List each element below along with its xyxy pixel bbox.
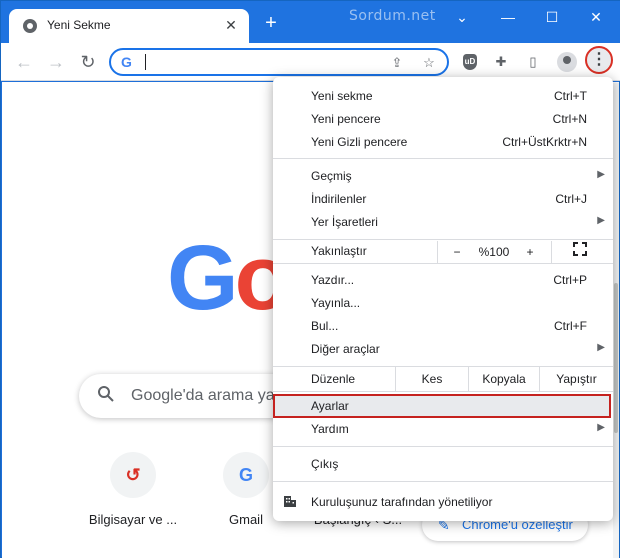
copy-button[interactable]: Kopyala (469, 367, 539, 391)
menu-item-print[interactable]: Yazdır... Ctrl+P (273, 270, 613, 292)
google-logo: Go (167, 232, 291, 324)
menu-item-label: Diğer araçlar (311, 342, 380, 356)
menu-item-label: Kuruluşunuz tarafından yönetiliyor (311, 495, 493, 509)
menu-item-label: Bul... (311, 319, 339, 333)
zoom-divider (551, 241, 552, 263)
menu-item-settings[interactable]: Ayarlar (273, 394, 611, 418)
paste-button[interactable]: Yapıştır (540, 367, 613, 391)
menu-item-label: Geçmiş (311, 169, 352, 183)
menu-item-label: Yeni pencere (311, 112, 381, 126)
search-icon (97, 385, 117, 405)
search-placeholder: Google'da arama yapın (131, 387, 297, 404)
menu-divider (273, 263, 613, 264)
ublock-extension-icon[interactable]: uD (463, 54, 477, 70)
fullscreen-icon[interactable] (567, 241, 593, 263)
avatar[interactable] (557, 52, 577, 72)
menu-item-edit: Düzenle Kes Kopyala Yapıştır (273, 367, 613, 391)
menu-item-more-tools[interactable]: Diğer araçlar ▶ (273, 339, 613, 361)
back-button[interactable]: ← (13, 51, 35, 73)
menu-item-help[interactable]: Yardım ▶ (273, 419, 613, 441)
menu-item-history[interactable]: Geçmiş ▶ (273, 166, 613, 188)
zoom-level: %100 (478, 245, 510, 259)
tab-close-icon[interactable]: ✕ (221, 15, 241, 35)
menu-item-label: Yayınla... (311, 296, 361, 310)
toolbar: ← → ↻ G ⇪ ☆ uD ✚ ▯ ⋮ (1, 43, 620, 81)
menu-item-zoom: Yakınlaştır − %100 + (273, 241, 613, 263)
menu-item-label: Yardım (311, 422, 349, 436)
menu-divider (273, 239, 613, 240)
chevron-right-icon: ▶ (597, 215, 605, 226)
google-icon: G (121, 54, 132, 70)
shortcut-tile[interactable]: ↺ Bilgisayar ve ... (83, 452, 183, 527)
menu-item-shortcut: Ctrl+J (555, 192, 587, 206)
zoom-divider (437, 241, 438, 263)
menu-item-label: Yazdır... (311, 273, 355, 287)
menu-divider (273, 481, 613, 482)
chevron-right-icon: ▶ (597, 169, 605, 180)
shortcut-label: Bilgisayar ve ... (88, 512, 178, 527)
minimize-button[interactable]: — (497, 7, 519, 27)
watermark-text: Sordum.net (349, 8, 436, 24)
cut-button[interactable]: Kes (396, 367, 468, 391)
menu-item-new-tab[interactable]: Yeni sekme Ctrl+T (273, 86, 613, 108)
google-icon: G (238, 465, 253, 485)
page-scrollbar[interactable] (613, 83, 619, 558)
forward-button[interactable]: → (45, 51, 67, 73)
shortcut-favicon: G (223, 452, 269, 498)
tab-title: Yeni Sekme (47, 18, 111, 32)
menu-item-exit[interactable]: Çıkış (273, 454, 613, 476)
logo-letter-g: G (167, 227, 239, 329)
text-caret (145, 54, 146, 70)
menu-item-new-window[interactable]: Yeni pencere Ctrl+N (273, 109, 613, 131)
chrome-menu: Yeni sekme Ctrl+T Yeni pencere Ctrl+N Ye… (273, 77, 613, 521)
menu-item-shortcut: Ctrl+F (554, 319, 587, 333)
new-tab-button[interactable]: + (260, 13, 282, 35)
chevron-down-icon[interactable]: ⌄ (451, 7, 473, 27)
menu-item-label: İndirilenler (311, 192, 367, 206)
menu-item-label: Ayarlar (311, 399, 349, 413)
zoom-in-button[interactable]: + (519, 241, 541, 263)
refresh-icon: ↺ (125, 465, 141, 485)
menu-divider (273, 446, 613, 447)
menu-divider (273, 391, 613, 392)
chevron-right-icon: ▶ (597, 422, 605, 433)
chevron-right-icon: ▶ (597, 342, 605, 353)
chrome-menu-button[interactable]: ⋮ (585, 46, 613, 74)
reload-button[interactable]: ↻ (77, 51, 99, 73)
address-bar[interactable]: G ⇪ ☆ (109, 48, 449, 76)
tab-strip: Yeni Sekme ✕ + Sordum.net ⌄ — ☐ ✕ (1, 1, 620, 43)
menu-item-label: Çıkış (311, 457, 339, 471)
share-icon[interactable]: ⇪ (387, 53, 407, 73)
menu-item-downloads[interactable]: İndirilenler Ctrl+J (273, 189, 613, 211)
menu-item-find[interactable]: Bul... Ctrl+F (273, 316, 613, 338)
star-icon[interactable]: ☆ (419, 53, 439, 73)
shortcut-favicon: ↺ (110, 452, 156, 498)
menu-item-shortcut: Ctrl+P (553, 273, 587, 287)
building-icon (283, 494, 297, 508)
chrome-icon (23, 19, 37, 33)
menu-item-cast[interactable]: Yayınla... (273, 293, 613, 315)
menu-item-bookmarks[interactable]: Yer İşaretleri ▶ (273, 212, 613, 234)
menu-item-label: Yer İşaretleri (311, 215, 378, 229)
menu-divider (273, 158, 613, 159)
menu-item-incognito[interactable]: Yeni Gizli pencere Ctrl+ÜstKrktr+N (273, 132, 613, 154)
menu-item-shortcut: Ctrl+N (552, 112, 587, 126)
tab-new-tab[interactable]: Yeni Sekme ✕ (9, 9, 249, 43)
menu-item-label: Yakınlaştır (311, 244, 367, 258)
menu-item-shortcut: Ctrl+T (554, 89, 587, 103)
menu-item-label: Yeni Gizli pencere (311, 135, 408, 149)
scrollbar-thumb[interactable] (614, 283, 618, 433)
extensions-icon[interactable]: ✚ (491, 52, 511, 72)
zoom-out-button[interactable]: − (445, 241, 469, 263)
browser-window: Yeni Sekme ✕ + Sordum.net ⌄ — ☐ ✕ ← → ↻ … (0, 0, 620, 558)
side-panel-icon[interactable]: ▯ (523, 52, 543, 72)
menu-item-label: Yeni sekme (311, 89, 373, 103)
menu-item-shortcut: Ctrl+ÜstKrktr+N (502, 135, 587, 149)
menu-item-managed[interactable]: Kuruluşunuz tarafından yönetiliyor (273, 492, 613, 514)
maximize-button[interactable]: ☐ (541, 7, 563, 27)
close-window-button[interactable]: ✕ (585, 7, 607, 27)
menu-item-label: Düzenle (311, 372, 356, 386)
